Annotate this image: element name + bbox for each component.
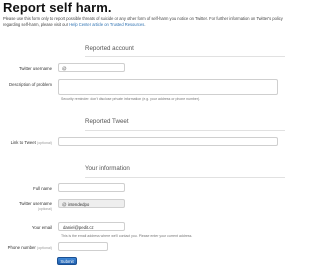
section-divider xyxy=(85,177,285,178)
intro-paragraph: Please use this form only to report poss… xyxy=(3,16,291,28)
phone-number-label-text: Phone number xyxy=(7,245,36,250)
at-icon: @ xyxy=(62,201,67,207)
your-twitter-username-input[interactable]: @ intendedpo xyxy=(58,199,125,208)
reported-username-input[interactable]: @ xyxy=(58,63,125,72)
optional-marker: (optional) xyxy=(37,141,52,145)
link-to-tweet-label: Link to Tweet (optional) xyxy=(0,140,52,145)
email-help-text: This is the email address where we'll co… xyxy=(61,234,193,238)
full-name-label: Full name xyxy=(33,186,52,191)
link-to-tweet-input[interactable] xyxy=(58,137,278,146)
link-to-tweet-label-text: Link to Tweet xyxy=(10,140,36,145)
section-divider xyxy=(85,56,285,57)
optional-marker: (optional) xyxy=(37,246,52,250)
description-textarea[interactable] xyxy=(58,79,278,95)
your-email-input[interactable]: daniel@pedit.cz xyxy=(58,222,125,231)
submit-button[interactable]: Submit xyxy=(57,257,77,265)
section-your-information: Your information xyxy=(85,165,130,172)
security-reminder-text: Security reminder: don't disclose privat… xyxy=(61,97,201,101)
your-twitter-username-optional: (optional) xyxy=(37,207,52,211)
phone-number-label: Phone number (optional) xyxy=(0,245,52,250)
your-twitter-username-label: Twitter username xyxy=(19,201,52,206)
at-icon: @ xyxy=(62,65,67,71)
your-email-label: Your email xyxy=(31,225,52,230)
help-center-link[interactable]: Help Center article on Trusted Resources xyxy=(69,22,144,27)
your-twitter-username-value: intendedpo xyxy=(68,201,90,207)
section-reported-tweet: Reported Tweet xyxy=(85,118,129,125)
your-email-value: daniel@pedit.cz xyxy=(63,224,94,230)
twitter-username-label: Twitter username xyxy=(19,66,52,71)
page-title: Report self harm. xyxy=(3,0,112,15)
phone-number-input[interactable] xyxy=(58,242,108,251)
full-name-input[interactable] xyxy=(58,183,125,192)
section-reported-account: Reported account xyxy=(85,45,134,52)
intro-end: . xyxy=(144,22,146,27)
description-label: Description of problem xyxy=(9,82,52,87)
section-divider xyxy=(85,130,285,131)
